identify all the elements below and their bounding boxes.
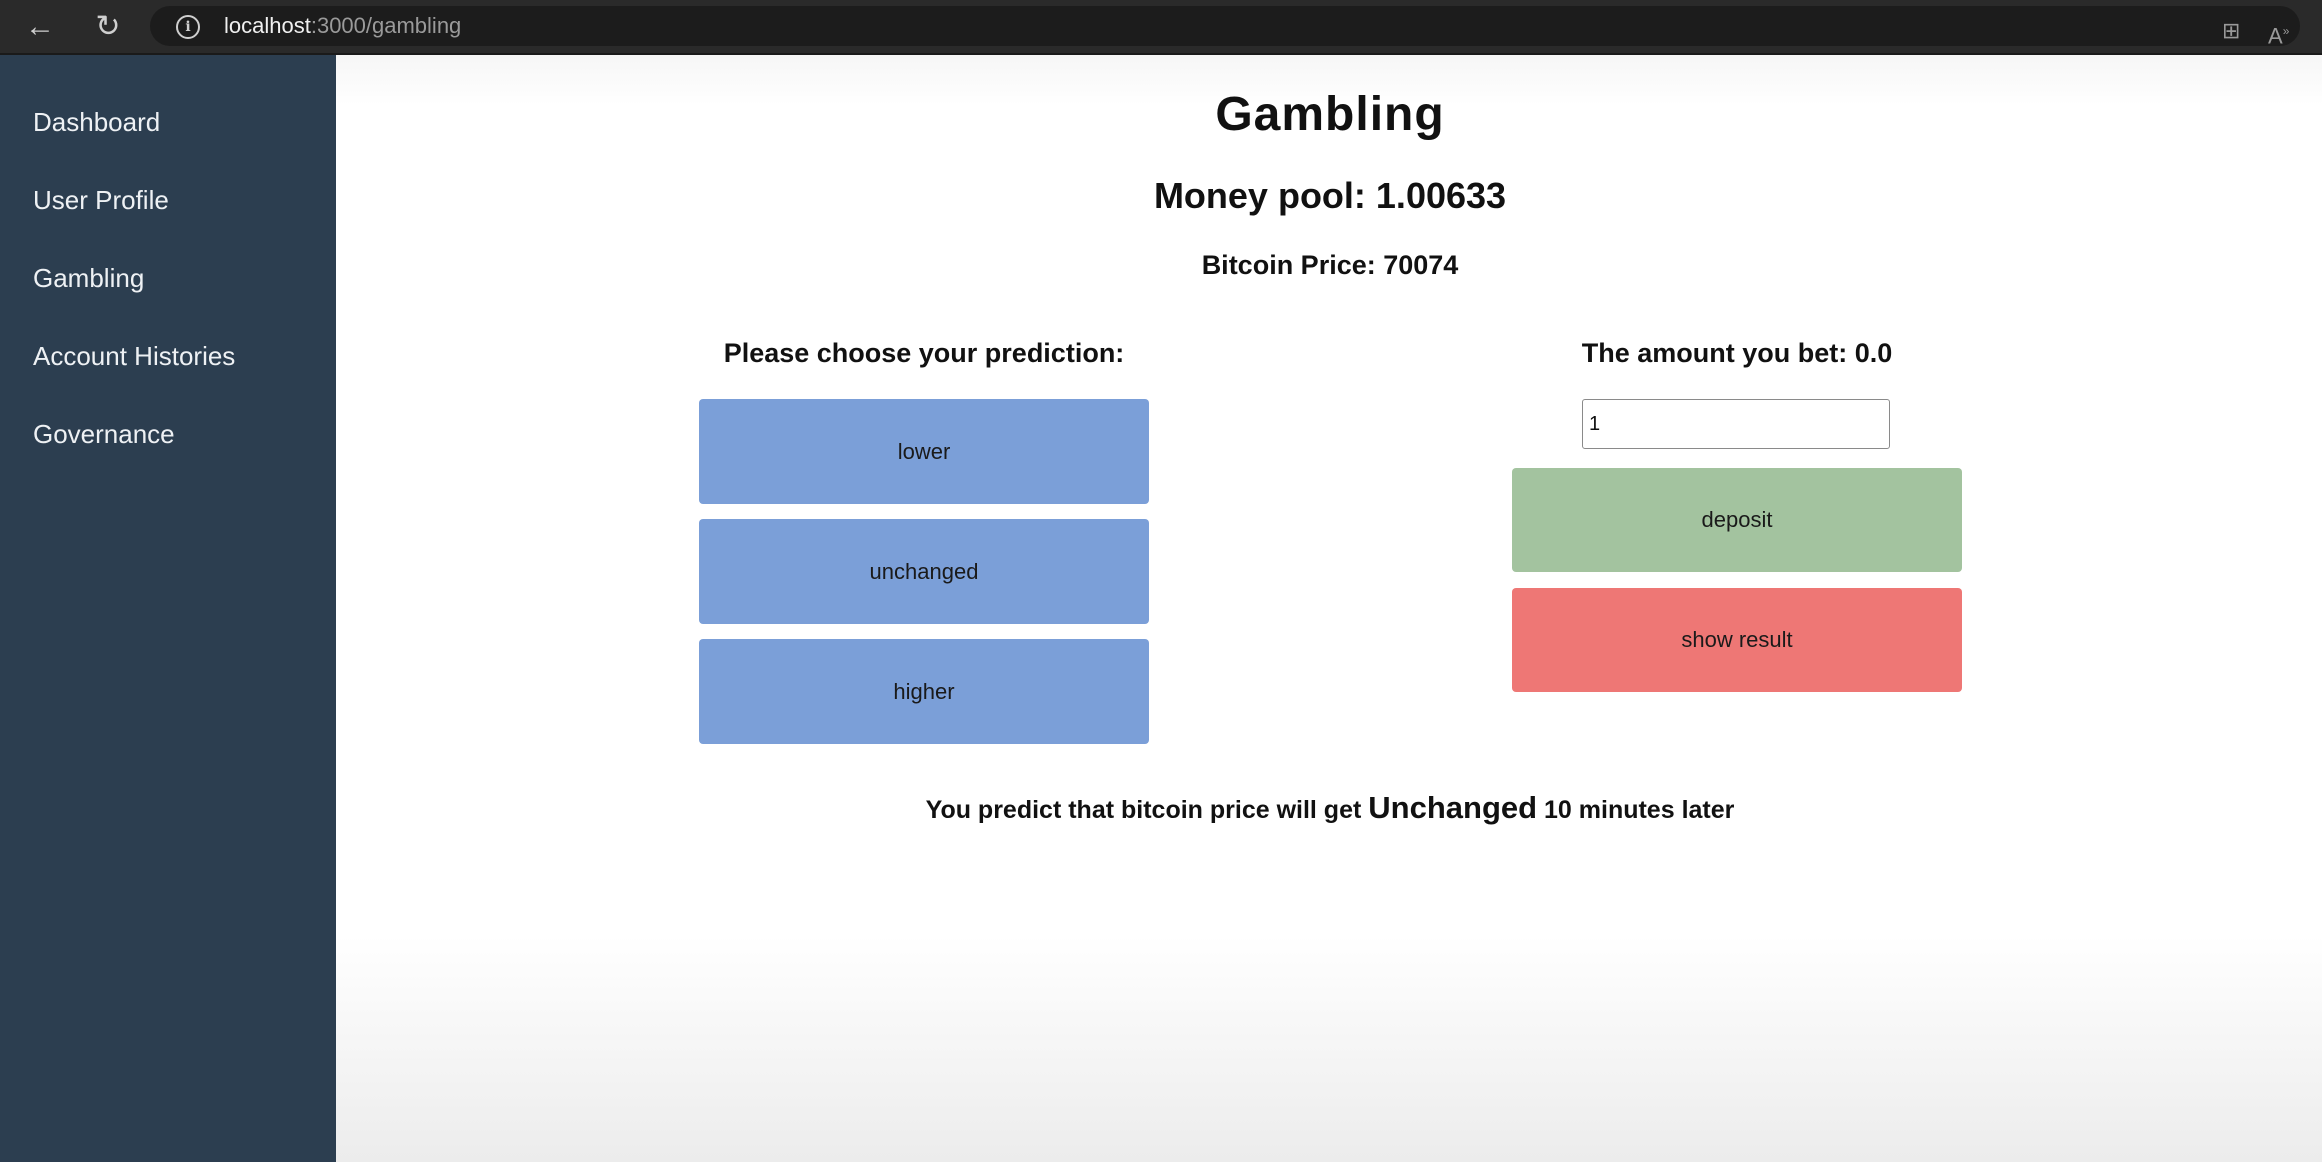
sidebar-item-governance[interactable]: Governance [33, 419, 175, 449]
prediction-heading: Please choose your prediction: [723, 338, 1125, 368]
url-host: localhost [224, 13, 311, 38]
read-aloud-icon[interactable]: A» [2268, 18, 2289, 49]
split-screen-icon[interactable]: ⊞ [2222, 18, 2240, 44]
sidebar-item-gambling[interactable]: Gambling [33, 263, 144, 293]
main-content: Gambling Money pool: 1.00633 Bitcoin Pri… [336, 55, 2322, 1162]
prediction-suffix: 10 minutes later [1544, 796, 1735, 824]
prediction-choice: Unchanged [1368, 790, 1538, 825]
sidebar-item-user-profile[interactable]: User Profile [33, 185, 169, 215]
sidebar-item-account-histories[interactable]: Account Histories [33, 341, 235, 371]
higher-button[interactable]: higher [699, 639, 1149, 744]
deposit-button[interactable]: deposit [1512, 468, 1962, 572]
sidebar-item-dashboard[interactable]: Dashboard [33, 107, 160, 137]
show-result-button[interactable]: show result [1512, 588, 1962, 692]
unchanged-button[interactable]: unchanged [699, 519, 1149, 624]
prediction-prefix: You predict that bitcoin price will get [925, 796, 1362, 824]
browser-toolbar: ← ↻ i localhost:3000/gambling ⊞ A» [0, 0, 2322, 55]
lower-button[interactable]: lower [699, 399, 1149, 504]
info-icon[interactable]: i [176, 15, 200, 39]
page-title: Gambling [1215, 88, 1445, 141]
url-path: :3000/gambling [310, 13, 462, 38]
address-bar[interactable]: i localhost:3000/gambling ⊞ A» [150, 6, 2300, 49]
bet-amount-heading: The amount you bet: 0.0 [1581, 338, 1893, 368]
sidebar: Dashboard User Profile Gambling Account … [0, 55, 336, 1162]
url-text: localhost:3000/gambling [224, 15, 461, 37]
bet-amount-input[interactable] [1582, 399, 1890, 449]
money-pool: Money pool: 1.00633 [1153, 175, 1507, 216]
bitcoin-price: Bitcoin Price: 70074 [1201, 250, 1459, 280]
prediction-summary: You predict that bitcoin price will get … [336, 790, 2322, 826]
reload-icon[interactable]: ↻ [90, 10, 126, 44]
back-arrow-icon[interactable]: ← [22, 10, 58, 44]
